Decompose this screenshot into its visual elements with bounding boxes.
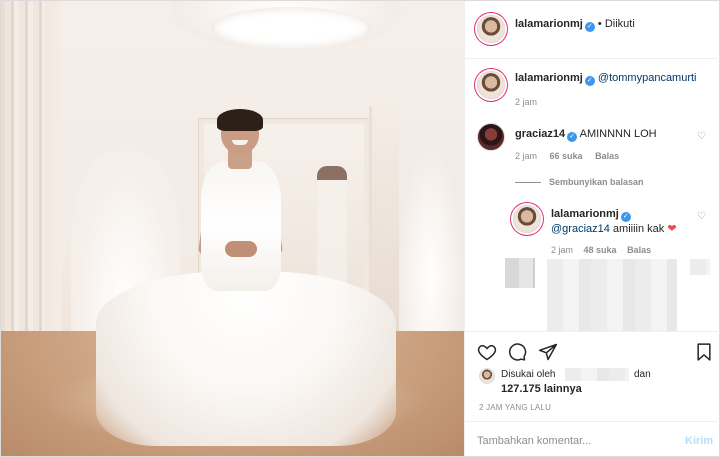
like-heart-icon[interactable] [477, 342, 497, 362]
comment-meta: 2 jam 66 suka Balas [515, 151, 619, 161]
reply-time[interactable]: 2 jam [551, 245, 573, 255]
caption-mention[interactable]: @tommypancamurti [598, 72, 697, 84]
verified-badge-icon: ✓ [620, 212, 631, 222]
caption: lalamarionmj ✓ @tommypancamurti [515, 72, 697, 86]
hands [225, 241, 257, 257]
post-photo[interactable] [1, 1, 464, 456]
reply-avatar[interactable] [513, 205, 541, 233]
wedding-dress-skirt [96, 271, 396, 446]
hair [217, 109, 263, 131]
reply-mention[interactable]: @graciaz14 [551, 223, 610, 235]
comment-likes[interactable]: 66 suka [550, 151, 583, 161]
reply-username[interactable]: lalamarionmj [551, 208, 619, 220]
smile [232, 140, 248, 145]
likes-count[interactable]: 127.175 lainnya [501, 383, 582, 395]
follow-status[interactable]: • Diikuti [598, 18, 635, 30]
hide-replies-button[interactable]: Sembunyikan balasan [549, 177, 644, 187]
censored-avatar [505, 258, 535, 288]
caption-username[interactable]: lalamarionmj [515, 72, 583, 84]
verified-badge-icon: ✓ [584, 22, 595, 32]
comment-time[interactable]: 2 jam [515, 151, 537, 161]
share-send-icon[interactable] [538, 342, 558, 362]
reply-text: amiiiin kak [609, 223, 665, 235]
reply-likes[interactable]: 48 suka [584, 245, 617, 255]
verified-badge-icon: ✓ [567, 132, 578, 142]
save-bookmark-icon[interactable] [694, 342, 714, 362]
censored-comment [547, 259, 677, 331]
likes-suffix: dan [634, 369, 651, 380]
comment-username[interactable]: graciaz14 [515, 128, 565, 140]
wedding-dress-bodice [201, 161, 281, 291]
comment-input[interactable]: Tambahkan komentar... [477, 435, 591, 447]
reply-like-heart-icon[interactable]: ♡ [697, 212, 707, 222]
censored-icon [690, 259, 710, 275]
caption-time[interactable]: 2 jam [515, 97, 537, 107]
post-comment-button[interactable]: Kirim [685, 435, 713, 447]
header-user: lalamarionmj ✓ • Diikuti [515, 18, 635, 32]
verified-badge-icon: ✓ [584, 76, 595, 86]
header-username[interactable]: lalamarionmj [515, 18, 583, 30]
likes-line-1: Disukai oleh [501, 369, 555, 380]
liker-avatar[interactable] [479, 368, 495, 384]
reply-meta: 2 jam 48 suka Balas [551, 245, 651, 255]
reply-text-row: @graciaz14 amiiiin kak ❤ [551, 222, 677, 235]
comment-text: AMINNNN LOH [579, 128, 657, 140]
caption-avatar[interactable] [477, 71, 505, 99]
ceiling-light [211, 7, 371, 49]
likes-prefix: Disukai oleh [501, 369, 556, 380]
comment-input-bar: Tambahkan komentar... Kirim [465, 421, 720, 457]
censored-liker-name [565, 368, 629, 381]
red-heart-emoji: ❤ [667, 223, 677, 235]
comment-text-row: graciaz14 ✓ AMINNNN LOH [515, 128, 657, 142]
comment-like-heart-icon[interactable]: ♡ [697, 132, 707, 142]
instagram-post: lalamarionmj ✓ • Diikuti lalamarionmj ✓ @t… [0, 0, 720, 457]
reply-username-row: lalamarionmj ✓ [551, 208, 631, 222]
header-avatar[interactable] [477, 15, 505, 43]
reply-reply-button[interactable]: Balas [627, 245, 651, 255]
comment-avatar[interactable] [477, 123, 505, 151]
hide-replies-line [515, 182, 541, 183]
post-side-panel: lalamarionmj ✓ • Diikuti lalamarionmj ✓ @t… [464, 1, 720, 457]
comment-bubble-icon[interactable] [507, 342, 527, 362]
post-time[interactable]: 2 JAM YANG LALU [479, 403, 551, 412]
comment-reply-button[interactable]: Balas [595, 151, 619, 161]
post-header: lalamarionmj ✓ • Diikuti [465, 1, 720, 59]
